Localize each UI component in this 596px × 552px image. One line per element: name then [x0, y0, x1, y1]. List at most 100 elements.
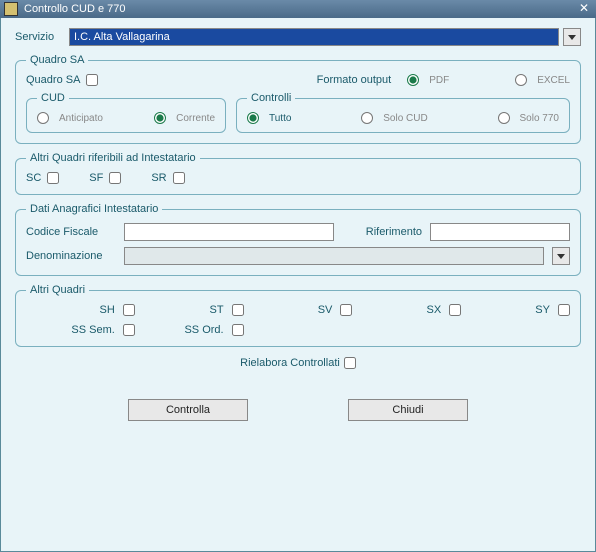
formato-pdf-wrap[interactable]: PDF — [407, 74, 449, 86]
cud-corrente-radio[interactable] — [154, 112, 166, 124]
servizio-label: Servizio — [15, 31, 69, 43]
quadro-sa-checkbox[interactable] — [86, 74, 98, 86]
controlli-solo770-wrap[interactable]: Solo 770 — [498, 112, 559, 124]
formato-pdf-label: PDF — [429, 75, 449, 86]
sr-checkbox[interactable] — [173, 172, 185, 184]
controlli-solocud-label: Solo CUD — [383, 113, 427, 124]
quadro-sa-checkbox-wrap: Quadro SA — [26, 74, 98, 86]
sssem-label: SS Sem. — [71, 324, 114, 336]
altri-intestatario-legend: Altri Quadri riferibili ad Intestatario — [26, 152, 200, 164]
cud-anticipato-wrap[interactable]: Anticipato — [37, 112, 103, 124]
altri-quadri-group: Altri Quadri SH ST SV SX SY — [15, 284, 581, 347]
controlli-solocud-wrap[interactable]: Solo CUD — [361, 112, 427, 124]
sssem-wrap: SS Sem. — [26, 324, 135, 336]
st-label: ST — [210, 304, 224, 316]
quadro-sa-sub: CUD Anticipato Corrente Controlli — [26, 92, 570, 133]
quadro-sa-checkbox-label: Quadro SA — [26, 74, 80, 86]
anagrafici-group: Dati Anagrafici Intestatario Codice Fisc… — [15, 203, 581, 276]
altri-intestatario-row: SC SF SR — [26, 172, 570, 184]
button-row: Controlla Chiudi — [15, 399, 581, 421]
anagrafici-row2: Denominazione — [26, 247, 570, 265]
sr-wrap: SR — [151, 172, 184, 184]
sy-wrap: SY — [461, 304, 570, 316]
chevron-down-icon — [568, 35, 576, 40]
formato-excel-wrap[interactable]: EXCEL — [515, 74, 570, 86]
sx-wrap: SX — [352, 304, 461, 316]
den-dropdown-button[interactable] — [552, 247, 570, 265]
quadro-sa-group: Quadro SA Quadro SA Formato output PDF E… — [15, 54, 581, 144]
quadro-sa-top: Quadro SA Formato output PDF EXCEL — [26, 74, 570, 86]
window-title: Controllo CUD e 770 — [24, 3, 576, 15]
content-panel: Servizio Quadro SA Quadro SA Formato out… — [0, 18, 596, 552]
controlli-group: Controlli Tutto Solo CUD Solo 770 — [236, 92, 570, 133]
anagrafici-row1: Codice Fiscale Riferimento — [26, 223, 570, 241]
servizio-dropdown-button[interactable] — [563, 28, 581, 46]
formato-output-label: Formato output — [317, 74, 392, 86]
quadro-sa-legend: Quadro SA — [26, 54, 88, 66]
sr-label: SR — [151, 172, 166, 184]
sy-checkbox[interactable] — [558, 304, 570, 316]
cud-anticipato-label: Anticipato — [59, 113, 103, 124]
sx-label: SX — [427, 304, 442, 316]
cud-anticipato-radio[interactable] — [37, 112, 49, 124]
rielabora-row: Rielabora Controllati — [15, 357, 581, 369]
controlli-tutto-label: Tutto — [269, 113, 291, 124]
rif-label: Riferimento — [352, 226, 422, 238]
servizio-row: Servizio — [15, 28, 581, 46]
sc-wrap: SC — [26, 172, 59, 184]
formato-pdf-radio[interactable] — [407, 74, 419, 86]
st-wrap: ST — [135, 304, 244, 316]
sf-wrap: SF — [89, 172, 121, 184]
servizio-combo — [69, 28, 581, 46]
den-label: Denominazione — [26, 250, 116, 262]
formato-excel-label: EXCEL — [537, 75, 570, 86]
ssord-label: SS Ord. — [184, 324, 223, 336]
altri-quadri-legend: Altri Quadri — [26, 284, 89, 296]
controlli-solocud-radio[interactable] — [361, 112, 373, 124]
controlli-options: Tutto Solo CUD Solo 770 — [247, 112, 559, 124]
controlla-button[interactable]: Controlla — [128, 399, 248, 421]
controlli-tutto-radio[interactable] — [247, 112, 259, 124]
sv-label: SV — [318, 304, 333, 316]
rielabora-checkbox[interactable] — [344, 357, 356, 369]
sc-checkbox[interactable] — [47, 172, 59, 184]
controlli-tutto-wrap[interactable]: Tutto — [247, 112, 291, 124]
system-icon — [4, 2, 18, 16]
cud-corrente-label: Corrente — [176, 113, 215, 124]
anagrafici-legend: Dati Anagrafici Intestatario — [26, 203, 162, 215]
chiudi-button[interactable]: Chiudi — [348, 399, 468, 421]
sv-wrap: SV — [244, 304, 353, 316]
sx-checkbox[interactable] — [449, 304, 461, 316]
cf-label: Codice Fiscale — [26, 226, 116, 238]
controlli-legend: Controlli — [247, 92, 295, 104]
formato-output-wrap: Formato output PDF EXCEL — [317, 74, 570, 86]
sh-checkbox[interactable] — [123, 304, 135, 316]
controlli-solo770-radio[interactable] — [498, 112, 510, 124]
altri-intestatario-group: Altri Quadri riferibili ad Intestatario … — [15, 152, 581, 195]
close-icon[interactable]: ✕ — [576, 2, 592, 16]
rif-input[interactable] — [430, 223, 570, 241]
servizio-input[interactable] — [69, 28, 559, 46]
sc-label: SC — [26, 172, 41, 184]
cud-corrente-wrap[interactable]: Corrente — [154, 112, 215, 124]
st-checkbox[interactable] — [232, 304, 244, 316]
title-bar: Controllo CUD e 770 ✕ — [0, 0, 596, 18]
sssem-checkbox[interactable] — [123, 324, 135, 336]
altri-quadri-grid: SH ST SV SX SY SS Sem. — [26, 304, 570, 336]
sv-checkbox[interactable] — [340, 304, 352, 316]
ssord-wrap: SS Ord. — [135, 324, 244, 336]
sf-label: SF — [89, 172, 103, 184]
controlli-solo770-label: Solo 770 — [520, 113, 559, 124]
sy-label: SY — [535, 304, 550, 316]
cud-options: Anticipato Corrente — [37, 112, 215, 124]
formato-excel-radio[interactable] — [515, 74, 527, 86]
cf-input[interactable] — [124, 223, 334, 241]
sf-checkbox[interactable] — [109, 172, 121, 184]
sh-label: SH — [100, 304, 115, 316]
sh-wrap: SH — [26, 304, 135, 316]
cud-group: CUD Anticipato Corrente — [26, 92, 226, 133]
ssord-checkbox[interactable] — [232, 324, 244, 336]
rielabora-label: Rielabora Controllati — [240, 357, 340, 369]
cud-legend: CUD — [37, 92, 69, 104]
den-input[interactable] — [124, 247, 544, 265]
